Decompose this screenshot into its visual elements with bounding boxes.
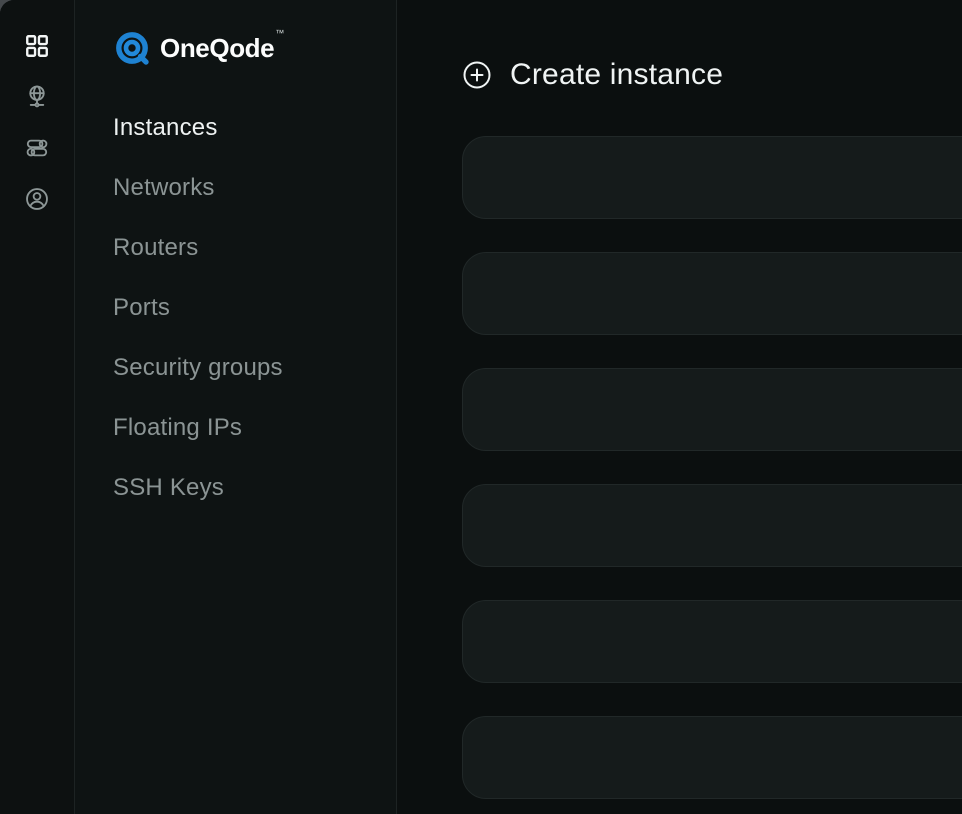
rail-item-network[interactable] — [20, 82, 54, 112]
rail-item-account[interactable] — [20, 184, 54, 214]
skeleton-card — [462, 716, 962, 799]
oneqode-logo[interactable]: OneQode™ — [113, 28, 396, 68]
brand-wordmark: OneQode™ — [160, 35, 283, 61]
user-circle-icon — [24, 186, 50, 212]
sidebar-item-routers[interactable]: Routers — [113, 218, 396, 278]
rail-item-settings[interactable] — [20, 133, 54, 163]
skeleton-card — [462, 600, 962, 683]
sidebar: OneQode™ Instances Networks Routers Port… — [75, 0, 397, 814]
skeleton-card-list — [462, 136, 962, 799]
rail-item-apps[interactable] — [20, 31, 54, 61]
app-window: OneQode™ Instances Networks Routers Port… — [0, 0, 962, 814]
sidebar-item-networks[interactable]: Networks — [113, 158, 396, 218]
skeleton-card — [462, 484, 962, 567]
sidebar-item-ports[interactable]: Ports — [113, 278, 396, 338]
main-panel: Create instance — [397, 0, 962, 814]
icon-rail — [0, 0, 75, 814]
skeleton-card — [462, 136, 962, 219]
sidebar-item-instances[interactable]: Instances — [113, 98, 396, 158]
sidebar-item-security-groups[interactable]: Security groups — [113, 338, 396, 398]
plus-circle-icon — [462, 60, 492, 90]
skeleton-card — [462, 252, 962, 335]
grid-icon — [24, 33, 50, 59]
page-header: Create instance — [462, 57, 962, 93]
sidebar-nav: Instances Networks Routers Ports Securit… — [113, 98, 396, 518]
skeleton-card — [462, 368, 962, 451]
sidebar-item-ssh-keys[interactable]: SSH Keys — [113, 458, 396, 518]
trademark-symbol: ™ — [275, 28, 284, 38]
sliders-icon — [24, 135, 50, 161]
sidebar-item-floating-ips[interactable]: Floating IPs — [113, 398, 396, 458]
oneqode-logo-icon — [113, 29, 151, 67]
globe-network-icon — [24, 84, 50, 110]
page-title: Create instance — [510, 58, 723, 92]
